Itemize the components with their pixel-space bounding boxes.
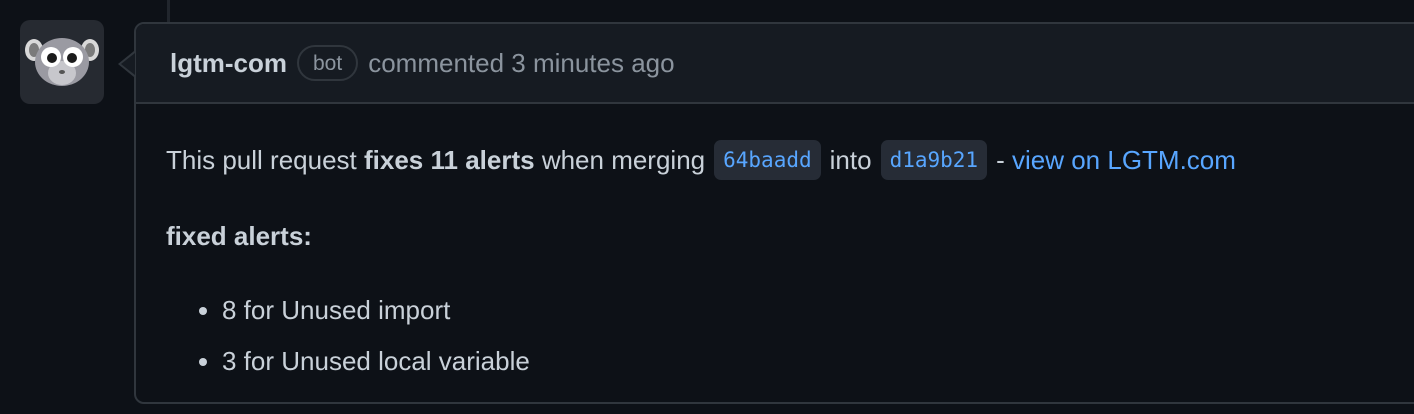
head-commit-code: 64baadd [714,140,821,180]
view-on-lgtm-link[interactable]: view on LGTM.com [1012,142,1236,178]
summary-line: This pull request fixes 11 alerts when m… [166,140,1414,180]
comment-body: This pull request fixes 11 alerts when m… [136,104,1414,379]
list-item: 3 for Unused local variable [222,343,1414,379]
base-commit-code: d1a9b21 [880,140,988,180]
summary-intro: This pull request [166,145,357,175]
comment-timestamp[interactable]: commented 3 minutes ago [368,48,674,79]
into-text: into [829,145,872,175]
fixes-count: fixes 11 alerts [364,145,535,175]
timeline-line [167,0,170,24]
comment-box: lgtm-com bot commented 3 minutes ago Thi… [134,22,1414,404]
lgtm-avatar-icon[interactable] [20,20,104,104]
bot-badge: bot [297,45,359,81]
list-item: 8 for Unused import [222,292,1414,328]
dash-text: - [996,145,1005,175]
comment-header: lgtm-com bot commented 3 minutes ago [136,24,1414,104]
fixed-alerts-heading: fixed alerts: [166,221,312,251]
comment-caret-fill [121,53,135,75]
when-merging-text: when merging [541,145,706,175]
author-link[interactable]: lgtm-com [170,48,287,79]
alert-list: 8 for Unused import 3 for Unused local v… [166,292,1414,379]
